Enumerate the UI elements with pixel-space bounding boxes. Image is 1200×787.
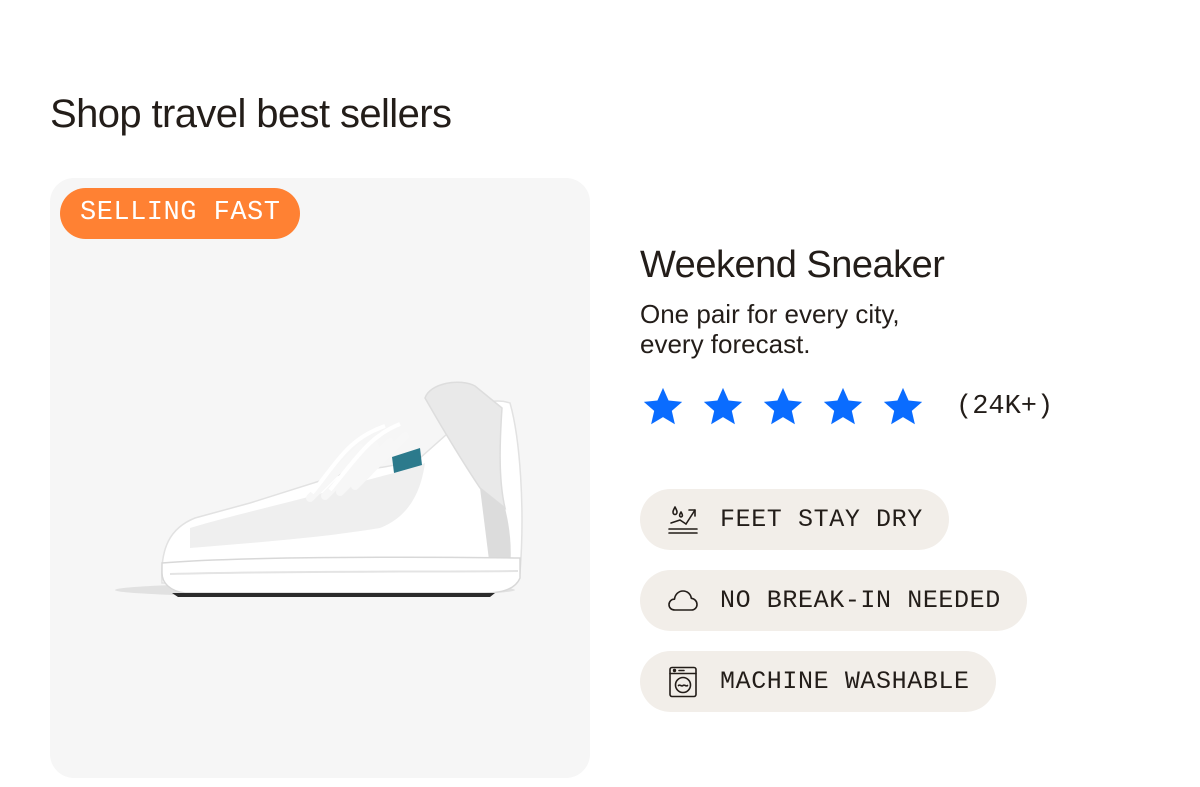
product-image-card[interactable]: SELLING FAST xyxy=(50,178,590,778)
sneaker-image xyxy=(115,381,523,597)
feature-pill-feet-stay-dry: FEET STAY DRY xyxy=(640,489,949,550)
product-name[interactable]: Weekend Sneaker xyxy=(640,240,1160,290)
cloud-icon xyxy=(668,589,698,611)
water-drops-icon xyxy=(668,505,698,534)
star-icon xyxy=(823,387,863,425)
product-rating[interactable]: (24K+) xyxy=(640,383,1160,431)
review-count: (24K+) xyxy=(956,392,1054,422)
star-icon xyxy=(763,387,803,425)
selling-fast-badge: SELLING FAST xyxy=(60,188,301,239)
tagline-line-2: every forecast. xyxy=(640,329,811,359)
section-title: Shop travel best sellers xyxy=(50,92,452,136)
star-rating xyxy=(640,384,926,430)
star-icon xyxy=(703,387,743,425)
feature-label: NO BREAK-IN NEEDED xyxy=(720,586,1001,615)
feature-label: FEET STAY DRY xyxy=(720,505,923,534)
star-icon xyxy=(643,387,683,425)
feature-pill-no-break-in: NO BREAK-IN NEEDED xyxy=(640,570,1027,631)
product-tagline: One pair for every city, every forecast. xyxy=(640,299,970,359)
star-icon xyxy=(883,387,923,425)
feature-label: MACHINE WASHABLE xyxy=(720,667,970,696)
feature-pill-machine-washable: MACHINE WASHABLE xyxy=(640,651,996,712)
product-info: Weekend Sneaker One pair for every city,… xyxy=(640,240,1160,712)
washing-machine-icon xyxy=(669,666,697,697)
feature-list: FEET STAY DRY NO BREAK-IN NEEDED MACHINE… xyxy=(640,489,1160,712)
tagline-line-1: One pair for every city, xyxy=(640,299,900,329)
